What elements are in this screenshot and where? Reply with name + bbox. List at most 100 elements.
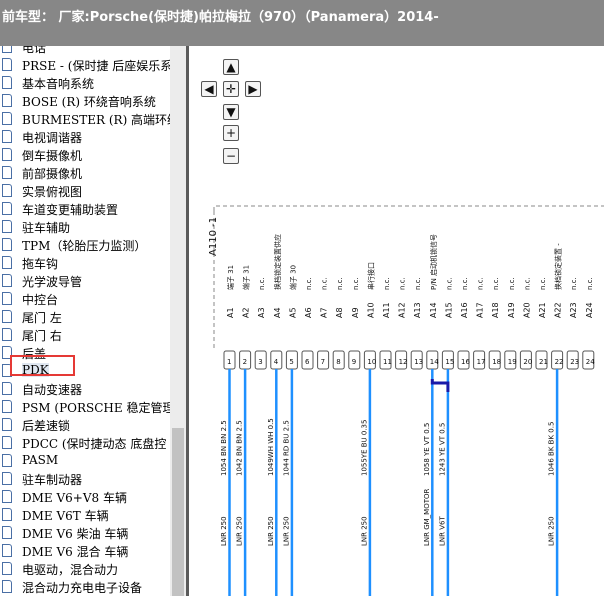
tree-item-label: PSM (PORSCHE 稳定管理 — [22, 401, 175, 415]
pin-number: 9 — [352, 358, 356, 366]
pin-number: 11 — [383, 358, 392, 366]
pin-function: n.c. — [570, 277, 578, 290]
pin-function: n.c. — [352, 277, 360, 290]
tree-item[interactable]: 中控台 — [0, 290, 170, 308]
tree-item-label: PASM — [22, 453, 59, 467]
document-icon — [2, 184, 12, 197]
tree-item[interactable]: 混合动力充电电子设备 — [0, 578, 170, 596]
wiring-diagram-panel[interactable]: ▲ ◀ ✛ ▶ ▼ + − A110 -1 A1 端子 31 1 A2 端子 31 2 A3 n… — [189, 46, 604, 596]
tree-item-label: PRSE - (保时捷 后座娱乐系 — [22, 59, 173, 73]
pin-label: A17 — [476, 302, 485, 318]
pin-function: 端子 30 — [288, 265, 297, 290]
tree-item[interactable]: PDCC (保时捷动态 底盘控 — [0, 434, 170, 452]
pin-function: n.c. — [336, 277, 344, 290]
document-icon — [2, 238, 12, 251]
tree-item[interactable]: BOSE (R) 环绕音响系统 — [0, 92, 170, 110]
tree-item[interactable]: 电视调谐器 — [0, 128, 170, 146]
tree-item-label: 前部摄像机 — [22, 167, 83, 181]
pin-function: 端子 31 — [242, 265, 251, 290]
tree-item[interactable]: TPM（轮胎压力监测） — [0, 236, 170, 254]
tree-item-label: 后差速锁 — [22, 419, 71, 433]
pin-number: 3 — [258, 358, 262, 366]
pin-label: A22 — [554, 302, 563, 318]
pin-label: A21 — [538, 302, 547, 318]
document-icon — [2, 274, 12, 287]
pin-number: 13 — [414, 358, 423, 366]
pin-number: 15 — [445, 358, 454, 366]
tree-item[interactable]: 基本音响系统 — [0, 74, 170, 92]
tree-item[interactable]: 尾门 右 — [0, 326, 170, 344]
tree-item[interactable]: 实景俯视图 — [0, 182, 170, 200]
pin-label: A15 — [444, 302, 453, 318]
pin-number: 19 — [508, 358, 517, 366]
tree-item[interactable]: 驻车辅助 — [0, 218, 170, 236]
pin-function: P/N 启动机锁信号 — [429, 234, 438, 290]
tree-item[interactable]: PASM — [0, 452, 170, 470]
tree-item[interactable]: DME V6+V8 车辆 — [0, 488, 170, 506]
pin-label: A3 — [257, 307, 266, 318]
component-tree[interactable]: 电话 PRSE - (保时捷 后座娱乐系 基本音响系统 BOSE (R) 环绕音响系统… — [0, 46, 186, 596]
pin-number: 16 — [461, 358, 470, 366]
tree-item[interactable]: 电话 — [0, 46, 170, 56]
pin-number: 21 — [539, 358, 548, 366]
pin-number: 14 — [430, 358, 439, 366]
document-icon — [2, 526, 12, 539]
wire-code: 1054 BN BN 2.5 — [220, 420, 228, 476]
pin-number: 18 — [492, 358, 501, 366]
wire-harness: LNR 250 — [548, 516, 556, 546]
tree-item[interactable]: PSM (PORSCHE 稳定管理 — [0, 398, 174, 416]
wire-harness: LNR 250 — [360, 516, 368, 546]
tree-item-label: DME V6 柴油 车辆 — [22, 527, 129, 541]
tree-item-label: 倒车摄像机 — [22, 149, 83, 163]
selection-highlight — [10, 355, 75, 376]
pin-function: n.c. — [539, 277, 547, 290]
tree-item[interactable]: DME V6T 车辆 — [0, 506, 170, 524]
tree-item[interactable]: 自动变速器 — [0, 380, 170, 398]
pin-function: 端子 31 — [226, 265, 235, 290]
pin-function: n.c. — [305, 277, 313, 290]
window-title: 前车型： 厂家:Porsche(保时捷)帕拉梅拉（970）（Panamera）2… — [2, 10, 439, 25]
tree-item[interactable]: DME V6 混合 车辆 — [0, 542, 170, 560]
pin-label: A10 — [366, 302, 375, 318]
tree-item[interactable]: 尾门 左 — [0, 308, 170, 326]
document-icon — [2, 436, 12, 449]
tree-item-label: DME V6+V8 车辆 — [22, 491, 127, 505]
document-icon — [2, 292, 12, 305]
tree-item-label: 电话 — [22, 46, 47, 55]
tree-item-label: 光学波导管 — [22, 275, 83, 289]
document-icon — [2, 202, 12, 215]
tree-item[interactable]: BURMESTER (R) 高端环绕 — [0, 110, 179, 128]
wire-harness: LNR 250 — [220, 516, 228, 546]
pin-label: A7 — [320, 307, 329, 318]
document-icon — [2, 490, 12, 503]
tree-item[interactable]: 驻车制动器 — [0, 470, 170, 488]
pin-label: A13 — [413, 302, 422, 318]
tree-item[interactable]: 拖车钩 — [0, 254, 170, 272]
sidebar-scrollbar-thumb[interactable] — [172, 428, 184, 596]
tree-item[interactable]: 倒车摄像机 — [0, 146, 170, 164]
pin-function: n.c. — [523, 277, 531, 290]
pin-function: n.c. — [414, 277, 422, 290]
tree-item[interactable]: 车道变更辅助装置 — [0, 200, 170, 218]
tree-item[interactable]: DME V6 柴油 车辆 — [0, 524, 170, 542]
tree-item[interactable]: 前部摄像机 — [0, 164, 170, 182]
pin-label: A18 — [491, 302, 500, 318]
document-icon — [2, 472, 12, 485]
tree-item-label: 尾门 右 — [22, 329, 62, 343]
pin-function: n.c. — [586, 277, 594, 290]
document-icon — [2, 544, 12, 557]
tree-item[interactable]: 后差速锁 — [0, 416, 170, 434]
tree-item-label: DME V6T 车辆 — [22, 509, 109, 523]
tree-item[interactable]: PRSE - (保时捷 后座娱乐系 — [0, 56, 173, 74]
tree-item[interactable]: 电驱动，混合动力 — [0, 560, 170, 578]
wire-harness: LNR 250 — [236, 516, 244, 546]
document-icon — [2, 382, 12, 395]
wire-code: 1042 BN BN 2.5 — [236, 420, 244, 476]
tree-item[interactable]: 光学波导管 — [0, 272, 170, 290]
pin-number: 7 — [321, 358, 325, 366]
pin-label: A11 — [382, 302, 391, 318]
document-icon — [2, 76, 12, 89]
pin-label: A8 — [335, 307, 344, 318]
document-icon — [2, 112, 12, 125]
pin-label: A16 — [460, 302, 469, 318]
